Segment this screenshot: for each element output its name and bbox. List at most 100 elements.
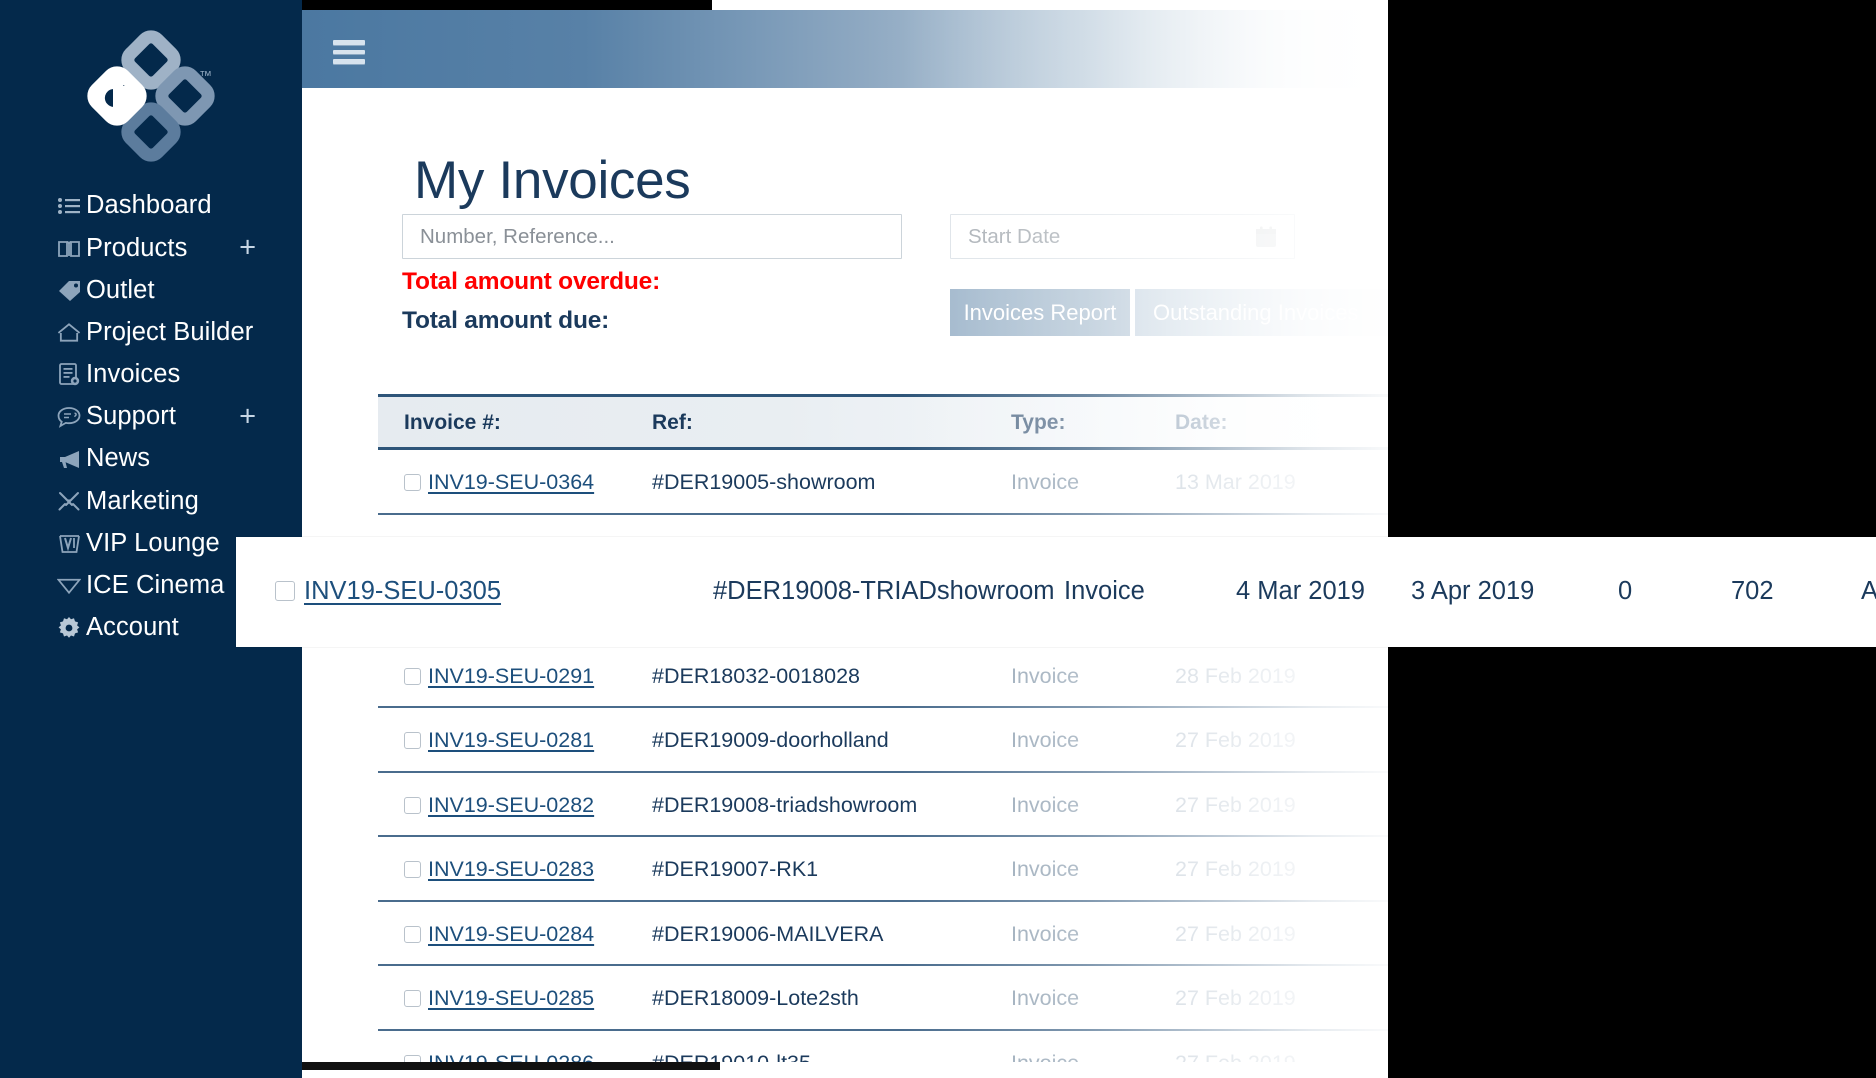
megaphone-icon [57, 447, 81, 471]
column-header-date[interactable]: Date: [1175, 411, 1228, 435]
cell-invoice-number[interactable]: INV19-SEU-0305 [304, 577, 501, 606]
cell-type: Invoice [1011, 728, 1080, 752]
sidebar-item-label: VIP Lounge [86, 528, 220, 557]
row-checkbox[interactable] [404, 861, 421, 878]
column-header-invoice[interactable]: Invoice #: [404, 411, 501, 435]
sidebar-item-invoices[interactable]: Invoices [0, 354, 302, 396]
page-title: My Invoices [414, 150, 691, 210]
magnified-invoice-row[interactable]: INV19-SEU-0305 #DER19008-TRIADshowroom I… [236, 537, 1876, 647]
column-header-type[interactable]: Type: [1011, 411, 1065, 435]
row-checkbox[interactable] [404, 732, 421, 749]
row-checkbox[interactable] [404, 990, 421, 1007]
app-root: ™ Dashboard Products + Outlet Project Bu… [0, 0, 1876, 1078]
cell-ref: #DER19005-showroom [652, 470, 876, 494]
expand-support-button[interactable]: + [239, 402, 256, 432]
column-header-ref[interactable]: Ref: [652, 411, 693, 435]
sidebar-item-label: Outlet [86, 275, 155, 304]
row-checkbox[interactable] [404, 474, 421, 491]
table-header-row: Invoice #: Ref: Type: Date: [378, 394, 1388, 450]
book-icon [57, 236, 81, 260]
table-row[interactable]: INV19-SEU-0364 #DER19005-showroom Invoic… [378, 450, 1388, 515]
top-bar [302, 10, 1388, 88]
cell-invoice-number[interactable]: INV19-SEU-0364 [428, 470, 594, 495]
total-overdue-label: Total amount overdue: [402, 268, 661, 295]
cell-ref: #DER19007-RK1 [652, 857, 819, 881]
cell-date: 27 Feb 2019 [1175, 792, 1296, 817]
cell-due-date: 3 Apr 2019 [1411, 577, 1535, 605]
total-due-label: Total amount due: [402, 307, 610, 334]
tools-icon [57, 489, 81, 513]
sidebar-item-label: ICE Cinema [86, 571, 225, 600]
expand-products-button[interactable]: + [239, 233, 256, 263]
cell-type: Invoice [1011, 857, 1080, 881]
sidebar-item-label: Marketing [86, 486, 199, 515]
cell-paid: 0 [1618, 577, 1633, 605]
cell-invoice-number[interactable]: INV19-SEU-0291 [428, 664, 594, 689]
trademark-symbol: ™ [199, 68, 213, 83]
vip-basket-icon [57, 532, 81, 556]
sidebar-item-products[interactable]: Products + [0, 227, 302, 269]
sidebar-item-news[interactable]: News [0, 438, 302, 480]
cell-ref: #DER19008-triadshowroom [652, 792, 918, 817]
table-row[interactable]: INV19-SEU-0284 #DER19006-MAILVERA Invoic… [378, 902, 1388, 966]
table-row[interactable]: INV19-SEU-0285 #DER18009-Lote2sth Invoic… [378, 966, 1388, 1031]
scrollbar-thumb[interactable] [302, 1062, 720, 1070]
invoice-link[interactable]: INV19-SEU-0305 [304, 577, 501, 605]
table-row[interactable]: INV19-SEU-0282 #DER19008-triadshowroom I… [378, 773, 1388, 837]
calendar-icon[interactable] [1255, 226, 1277, 248]
cell-invoice-number[interactable]: INV19-SEU-0284 [428, 922, 594, 947]
cell-type: Invoice [1011, 792, 1080, 817]
brand-logo[interactable]: ™ [0, 30, 302, 165]
sidebar-item-marketing[interactable]: Marketing [0, 480, 302, 522]
cell-date: 4 Mar 2019 [1236, 577, 1365, 605]
invoice-link[interactable]: INV19-SEU-0284 [428, 922, 594, 946]
invoice-icon [57, 363, 81, 387]
sidebar-item-label: Support [86, 402, 177, 431]
start-date-input[interactable] [950, 214, 1295, 259]
cell-date: 27 Feb 2019 [1175, 728, 1296, 752]
home-icon [57, 321, 81, 345]
cell-ref: #DER18032-0018028 [652, 663, 860, 688]
invoice-link[interactable]: INV19-SEU-0285 [428, 986, 594, 1010]
table-row[interactable]: INV19-SEU-0291 #DER18032-0018028 Invoice… [378, 644, 1388, 708]
invoice-link[interactable]: INV19-SEU-0283 [428, 857, 594, 881]
invoices-table: Invoice #: Ref: Type: Date: INV19-SEU-03… [378, 394, 1388, 1078]
sidebar-item-label: Invoices [86, 360, 181, 389]
cell-invoice-number[interactable]: INV19-SEU-0281 [428, 728, 594, 753]
cell-date: 27 Feb 2019 [1175, 921, 1296, 946]
list-icon [57, 194, 81, 218]
sidebar-item-dashboard[interactable]: Dashboard [0, 185, 302, 227]
horizontal-scrollbar[interactable] [302, 1062, 1388, 1078]
invoice-link[interactable]: INV19-SEU-0282 [428, 793, 594, 817]
table-row[interactable]: INV19-SEU-0283 #DER19007-RK1 Invoice 27 … [378, 837, 1388, 902]
invoice-link[interactable]: INV19-SEU-0281 [428, 728, 594, 752]
sidebar-item-support[interactable]: Support + [0, 396, 302, 438]
row-checkbox[interactable] [275, 581, 295, 601]
table-row[interactable]: INV19-SEU-0281 #DER19009-doorholland Inv… [378, 708, 1388, 773]
sidebar-item-label: Dashboard [86, 191, 212, 220]
cell-type: Invoice [1064, 577, 1145, 605]
outstanding-invoices-button[interactable]: Outstanding Invoices [1135, 289, 1388, 336]
search-input[interactable] [402, 214, 902, 259]
row-checkbox[interactable] [404, 925, 421, 943]
cell-invoice-number[interactable]: INV19-SEU-0285 [428, 986, 594, 1011]
sidebar-item-project-builder[interactable]: Project Builder [0, 312, 302, 354]
cell-ref: #DER18009-Lote2sth [652, 986, 859, 1010]
sidebar-item-label: Products [86, 233, 188, 262]
gear-icon [57, 616, 81, 640]
sidebar-item-label: News [86, 444, 151, 473]
sidebar-item-outlet[interactable]: Outlet [0, 269, 302, 311]
cell-invoice-number[interactable]: INV19-SEU-0283 [428, 857, 594, 882]
hamburger-icon[interactable] [333, 40, 365, 64]
cell-type: Invoice [1011, 470, 1080, 494]
row-checkbox[interactable] [404, 667, 421, 685]
sidebar-item-label: Account [86, 613, 179, 642]
cell-date: 13 Mar 2019 [1175, 470, 1296, 494]
cell-invoice-number[interactable]: INV19-SEU-0282 [428, 793, 594, 818]
diamond-icon [57, 574, 81, 598]
row-checkbox[interactable] [404, 796, 421, 814]
invoice-link[interactable]: INV19-SEU-0291 [428, 664, 594, 688]
invoices-report-button[interactable]: Invoices Report [950, 289, 1130, 336]
invoice-link[interactable]: INV19-SEU-0364 [428, 470, 594, 494]
cell-ref: #DER19009-doorholland [652, 728, 889, 752]
